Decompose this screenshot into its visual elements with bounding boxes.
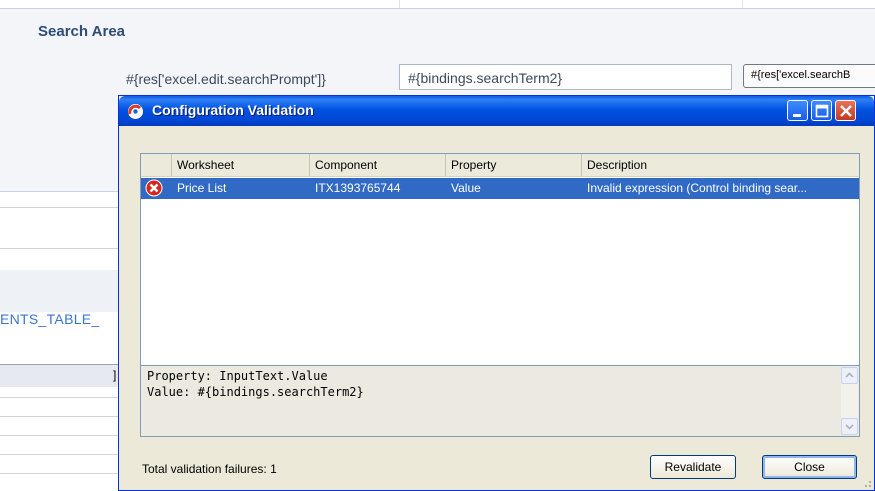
grid-line bbox=[0, 397, 118, 398]
close-icon bbox=[840, 105, 852, 117]
cell-property: Value bbox=[451, 181, 481, 195]
column-header-worksheet[interactable]: Worksheet bbox=[172, 154, 310, 176]
search-prompt-label: #{res['excel.edit.searchPrompt']} bbox=[126, 71, 326, 87]
column-header-description[interactable]: Description bbox=[582, 154, 859, 176]
maximize-button[interactable] bbox=[811, 100, 832, 121]
table-row bbox=[0, 365, 120, 387]
chevron-down-icon bbox=[845, 424, 854, 430]
close-button[interactable]: Close bbox=[762, 455, 857, 479]
dialog-titlebar[interactable]: Configuration Validation bbox=[119, 96, 874, 126]
scroll-up-button[interactable] bbox=[841, 367, 858, 384]
detail-property-line: Property: InputText.Value bbox=[147, 369, 328, 383]
maximize-icon bbox=[815, 104, 829, 118]
search-input[interactable]: #{bindings.searchTerm2} bbox=[399, 64, 732, 90]
failure-count-status: Total validation failures: 1 bbox=[142, 462, 277, 476]
dialog-title: Configuration Validation bbox=[152, 102, 314, 118]
scroll-down-button[interactable] bbox=[841, 418, 858, 435]
minimize-button[interactable] bbox=[787, 100, 808, 121]
validation-failures-list[interactable]: Worksheet Component Property Description… bbox=[140, 153, 860, 382]
grid-line bbox=[0, 435, 118, 436]
grid-line bbox=[0, 473, 118, 474]
cell-description: Invalid expression (Control binding sear… bbox=[587, 181, 808, 195]
configuration-validation-dialog: Configuration Validation Worksheet Compo… bbox=[118, 95, 875, 491]
table-id-link[interactable]: ENTS_TABLE_ bbox=[0, 311, 100, 327]
search-area-title: Search Area bbox=[38, 23, 125, 40]
chevron-up-icon bbox=[845, 372, 854, 378]
cell-marker: ] bbox=[113, 368, 117, 382]
resize-grip-icon[interactable] bbox=[862, 478, 872, 488]
app-icon bbox=[127, 103, 144, 120]
table-row[interactable]: Price List ITX1393765744 Value Invalid e… bbox=[141, 178, 859, 199]
revalidate-button[interactable]: Revalidate bbox=[650, 455, 736, 479]
detail-text-area[interactable]: Property: InputText.Value Value: #{bindi… bbox=[140, 365, 860, 437]
grid-line bbox=[742, 0, 743, 8]
close-window-button[interactable] bbox=[835, 100, 856, 121]
column-header-component[interactable]: Component bbox=[310, 154, 446, 176]
cell-worksheet: Price List bbox=[177, 181, 227, 195]
column-header-property[interactable]: Property bbox=[446, 154, 582, 176]
grid-line bbox=[0, 207, 118, 208]
grid-line bbox=[0, 248, 118, 249]
search-button[interactable]: #{res['excel.searchB bbox=[743, 64, 875, 88]
error-icon bbox=[145, 179, 163, 197]
table-header-band bbox=[0, 270, 120, 312]
grid-line bbox=[0, 416, 118, 417]
column-header-icon[interactable] bbox=[141, 154, 172, 176]
list-header: Worksheet Component Property Description bbox=[141, 154, 859, 177]
detail-value-line: Value: #{bindings.searchTerm2} bbox=[147, 385, 364, 399]
detail-scrollbar[interactable] bbox=[841, 367, 858, 435]
cell-component: ITX1393765744 bbox=[315, 181, 401, 195]
grid-line bbox=[0, 454, 118, 455]
minimize-icon bbox=[793, 114, 801, 117]
grid-line bbox=[399, 0, 400, 8]
